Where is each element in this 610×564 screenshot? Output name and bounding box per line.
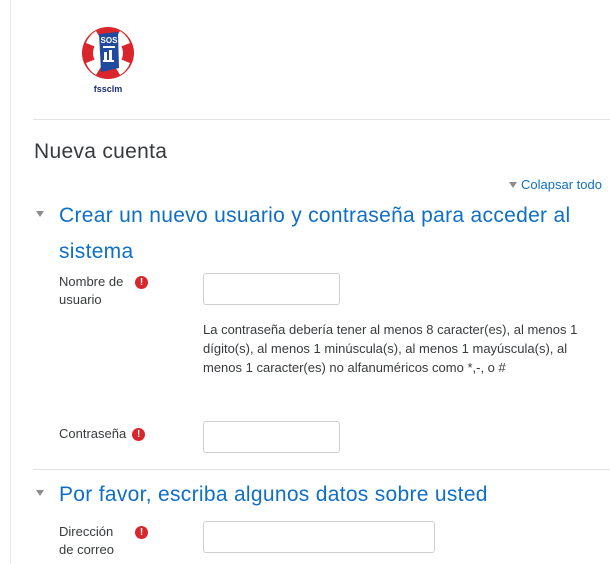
logo-text: fssclm xyxy=(93,84,123,94)
section-title: Por favor, escriba algunos datos sobre u… xyxy=(59,483,488,506)
signup-page: SOS fssclm Nueva cuenta Colapsar todo Cr… xyxy=(0,0,610,564)
collapse-all-label: Colapsar todo xyxy=(521,177,602,192)
password-label: Contraseña! xyxy=(59,425,146,443)
email-label-text: Dirección de correo xyxy=(59,524,114,557)
divider xyxy=(33,119,610,120)
required-icon: ! xyxy=(132,428,146,442)
divider xyxy=(33,469,610,470)
caret-down-icon xyxy=(36,211,44,217)
caret-down-icon xyxy=(509,181,518,188)
password-input[interactable] xyxy=(203,421,340,453)
required-icon: ! xyxy=(135,276,148,289)
password-policy-text: La contraseña debería tener al menos 8 c… xyxy=(203,322,578,375)
section-header-about-you[interactable]: Por favor, escriba algunos datos sobre u… xyxy=(36,477,606,513)
collapse-all-link[interactable]: Colapsar todo xyxy=(509,177,602,192)
username-label: Nombre de usuario ! xyxy=(59,273,148,309)
email-label: Dirección de correo ! xyxy=(59,523,148,559)
username-label-text: Nombre de usuario xyxy=(59,274,124,307)
left-border xyxy=(10,0,11,564)
section-title: Crear un nuevo usuario y contraseña para… xyxy=(59,204,571,263)
section-header-account[interactable]: Crear un nuevo usuario y contraseña para… xyxy=(36,198,596,270)
email-input[interactable] xyxy=(203,521,435,553)
page-title: Nueva cuenta xyxy=(34,140,168,163)
logo-badge-text: SOS xyxy=(101,36,119,45)
password-label-text: Contraseña xyxy=(59,426,127,441)
username-input[interactable] xyxy=(203,273,340,305)
required-icon: ! xyxy=(135,526,148,539)
caret-down-icon xyxy=(36,490,44,496)
